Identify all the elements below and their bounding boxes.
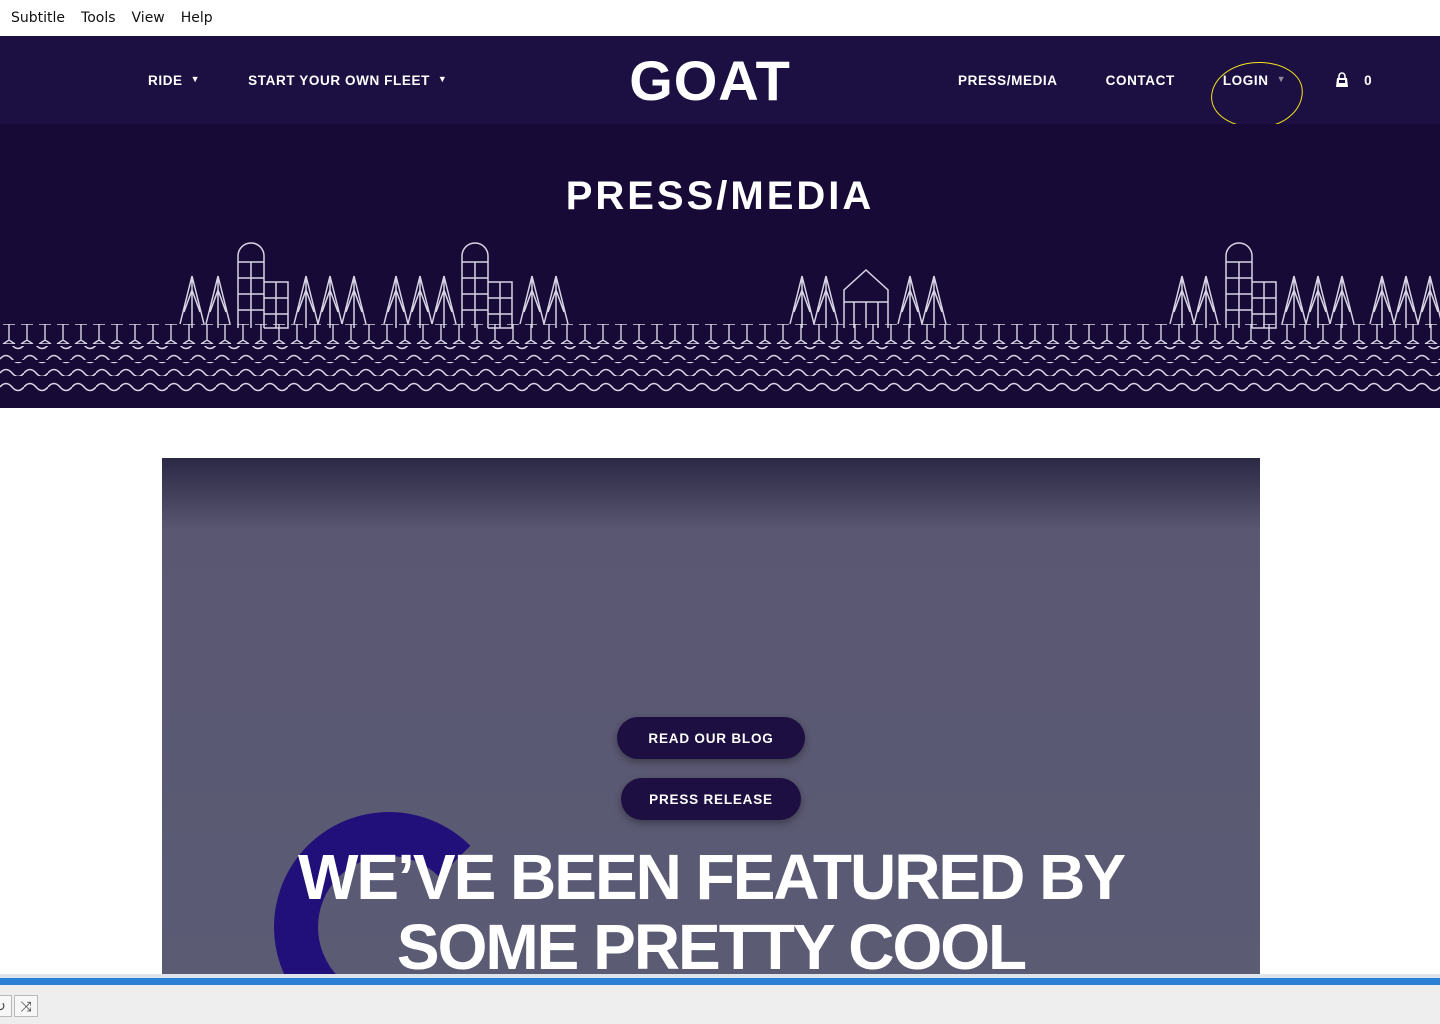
menu-tools[interactable]: Tools	[81, 10, 116, 26]
menu-subtitle[interactable]: Subtitle	[11, 10, 65, 26]
nav-item-contact[interactable]: CONTACT	[1106, 73, 1175, 88]
featured-headline-line1: WE’VE BEEN FEATURED BY	[298, 841, 1126, 913]
nav-item-press-media[interactable]: PRESS/MEDIA	[958, 73, 1058, 88]
nav-right: PRESS/MEDIA CONTACT LOGIN ▼ 0	[958, 36, 1372, 124]
hero-banner: PRESS/MEDIA	[0, 124, 1440, 408]
cart-count: 0	[1364, 72, 1372, 88]
chevron-down-icon: ▼	[1276, 74, 1287, 84]
page-title: PRESS/MEDIA	[565, 174, 875, 218]
shuffle-icon[interactable]: ⤨	[14, 995, 38, 1017]
progress-bar	[0, 978, 1440, 985]
press-feature-card: READ OUR BLOG PRESS RELEASE WE’VE BEEN F…	[162, 458, 1260, 974]
chevron-down-icon: ▼	[190, 74, 201, 84]
cart-button[interactable]: 0	[1334, 72, 1372, 88]
bottom-toolbar: ↻ ⤨	[0, 985, 1440, 1024]
nav-item-start-fleet[interactable]: START YOUR OWN FLEET ▼	[248, 73, 447, 88]
nav-login-label: LOGIN	[1222, 72, 1269, 88]
nav-item-login[interactable]: LOGIN ▼	[1223, 73, 1286, 88]
menu-view[interactable]: View	[132, 10, 165, 26]
refresh-icon[interactable]: ↻	[0, 995, 12, 1017]
nav-ride-label: RIDE	[148, 72, 183, 88]
featured-headline-line2: SOME PRETTY COOL	[396, 911, 1027, 974]
site-logo[interactable]: GOAT	[612, 46, 808, 114]
nav-item-ride[interactable]: RIDE ▼	[148, 73, 200, 88]
nav-left: RIDE ▼ START YOUR OWN FLEET ▼	[148, 36, 447, 124]
chevron-down-icon: ▼	[437, 74, 448, 84]
landscape-illustration	[0, 242, 1440, 392]
featured-headline: WE’VE BEEN FEATURED BY SOME PRETTY COOL	[162, 842, 1260, 974]
nav-start-fleet-label: START YOUR OWN FLEET	[248, 72, 430, 88]
menu-help[interactable]: Help	[181, 10, 213, 26]
app-menubar: Subtitle Tools View Help	[0, 0, 1440, 36]
site-header: RIDE ▼ START YOUR OWN FLEET ▼ GOAT PRESS…	[0, 36, 1440, 124]
shopping-bag-icon	[1336, 72, 1349, 87]
press-release-button[interactable]: PRESS RELEASE	[621, 778, 801, 820]
read-our-blog-button[interactable]: READ OUR BLOG	[617, 717, 805, 759]
